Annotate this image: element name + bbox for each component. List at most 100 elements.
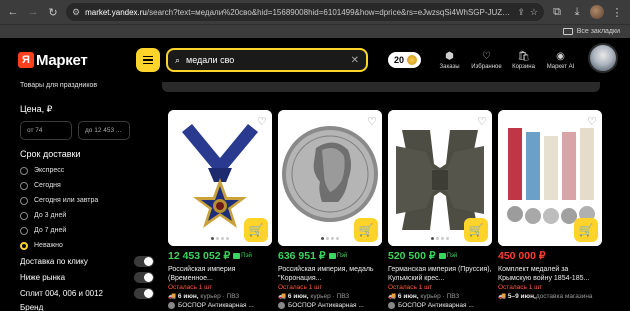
seller-info[interactable]: БОСПОР Антикварная ... — [388, 302, 492, 309]
add-to-cart-button[interactable]: 🛒 — [354, 218, 378, 242]
delivery-option-express[interactable]: Экспресс — [20, 163, 160, 178]
product-title[interactable]: Германская империя (Пруссия), Кульмский … — [388, 265, 492, 283]
orders-icon: ⬢ — [445, 50, 454, 62]
product-title[interactable]: Российская империя, медаль "Коронация... — [278, 265, 382, 283]
seller-icon — [388, 302, 395, 309]
search-icon: ⌕ — [175, 54, 181, 65]
add-to-cart-button[interactable]: 🛒 — [244, 218, 268, 242]
delivery-option-7-days[interactable]: До 7 дней — [20, 223, 160, 238]
stock-label: Осталась 1 шт — [388, 284, 433, 291]
logo-text: Маркет — [36, 51, 88, 69]
all-bookmarks-link[interactable]: Все закладки — [577, 28, 620, 35]
product-price: 520 500 ₽ Пэй — [388, 250, 458, 262]
favorite-heart-icon[interactable]: ♡ — [587, 115, 597, 128]
price-from-input[interactable]: от 74 — [20, 121, 72, 140]
cart-icon: 🛒 — [578, 223, 594, 237]
product-price: 12 453 052 ₽ Пэй — [168, 250, 252, 262]
product-image[interactable]: ♡ 🛒 — [388, 110, 492, 246]
results-top-bar — [162, 82, 600, 92]
delivery-option-today-tomorrow[interactable]: Сегодня или завтра — [20, 193, 160, 208]
product-image[interactable]: ♡ 🛒 — [168, 110, 272, 246]
bookmarks-bar: Все закладки — [0, 24, 630, 38]
seller-icon — [278, 302, 285, 309]
product-card[interactable]: ♡ 🛒 636 951 ₽ Пэй Российская империя, ме… — [278, 110, 382, 311]
browser-toolbar: ← → ↻ ⚙ market.yandex.ru/search?text=мед… — [0, 0, 630, 24]
cart-link[interactable]: 🛍 Корзина — [505, 51, 542, 70]
product-card[interactable]: ♡ 🛒 12 453 052 ₽ Пэй Российская империя … — [168, 110, 272, 311]
reload-icon[interactable]: ↻ — [46, 5, 60, 19]
cart-icon: 🛒 — [358, 223, 374, 237]
user-avatar[interactable] — [588, 43, 618, 73]
truck-icon: 🚚 — [388, 293, 397, 300]
cart-icon: 🛍 — [517, 50, 530, 62]
product-price: 450 000 ₽ — [498, 250, 546, 262]
product-title[interactable]: Российская империя (Временное... — [168, 265, 272, 283]
radio-dot-selected — [20, 241, 28, 250]
toggle-switch[interactable] — [134, 287, 154, 299]
favorites-link[interactable]: ♡ Избранное — [468, 51, 505, 70]
stock-label: Осталась 1 шт — [278, 284, 323, 291]
delivery-option-3-days[interactable]: До 3 дней — [20, 208, 160, 223]
search-box[interactable]: ⌕ медали сво ✕ — [166, 48, 368, 72]
toggle-click-delivery[interactable]: Доставка по клику — [20, 253, 160, 269]
radio-dot — [20, 226, 28, 235]
seller-icon — [168, 302, 175, 309]
back-icon[interactable]: ← — [6, 5, 20, 19]
favorite-heart-icon[interactable]: ♡ — [477, 115, 487, 128]
favorite-heart-icon[interactable]: ♡ — [367, 115, 377, 128]
delivery-filter-title: Срок доставки — [20, 149, 81, 159]
brand-filter-title: Бренд — [20, 303, 44, 311]
address-bar[interactable]: ⚙ market.yandex.ru/search?text=медали%20… — [66, 3, 544, 21]
pay-badge: Пэй — [438, 253, 457, 259]
truck-icon: 🚚 — [278, 293, 287, 300]
delivery-option-any[interactable]: Неважно — [20, 238, 160, 253]
add-to-cart-button[interactable]: 🛒 — [464, 218, 488, 242]
profile-avatar[interactable] — [590, 5, 604, 19]
product-image[interactable]: ♡ 🛒 — [278, 110, 382, 246]
toggle-switch[interactable] — [134, 255, 154, 267]
favorite-heart-icon[interactable]: ♡ — [257, 115, 267, 128]
radio-dot — [20, 211, 28, 220]
add-to-cart-button[interactable]: 🛒 — [574, 218, 598, 242]
price-to-input[interactable]: до 12 453 ... — [78, 121, 130, 140]
radio-dot — [20, 181, 28, 190]
favorites-icon: ♡ — [482, 50, 491, 62]
download-icon[interactable]: ⤓ — [570, 5, 584, 19]
toggle-below-market[interactable]: Ниже рынка — [20, 269, 160, 285]
delivery-option-today[interactable]: Сегодня — [20, 178, 160, 193]
product-title[interactable]: Комплект медалей за Крымскую войну 1854-… — [498, 265, 602, 283]
pay-badge: Пэй — [328, 253, 347, 259]
product-grid: ♡ 🛒 12 453 052 ₽ Пэй Российская империя … — [160, 96, 602, 311]
market-logo[interactable]: Я Маркет — [18, 52, 136, 69]
orders-link[interactable]: ⬢ Заказы — [431, 51, 468, 70]
extensions-icon[interactable]: ⧉ — [550, 5, 564, 19]
image-pagination — [431, 237, 449, 240]
seller-info[interactable]: БОСПОР Антикварная ... — [278, 302, 382, 309]
coin-icon — [407, 55, 418, 65]
filters-sidebar: Цена, ₽ от 74 до 12 453 ... Срок доставк… — [0, 96, 160, 311]
coins-badge[interactable]: 20 — [388, 52, 422, 68]
catalog-button[interactable] — [136, 48, 160, 72]
menu-icon[interactable]: ⋮ — [610, 5, 624, 19]
toggle-switch[interactable] — [134, 271, 154, 283]
seller-info[interactable]: БОСПОР Антикварная ... — [168, 302, 272, 309]
truck-icon: 🚚 — [168, 293, 177, 300]
product-card[interactable]: ♡ 🛒 520 500 ₽ Пэй Германская империя (Пр… — [388, 110, 492, 311]
toggle-split[interactable]: Сплит 004, 006 и 0012 — [20, 285, 160, 301]
radio-dot — [20, 196, 28, 205]
delivery-info: 🚚 6 июн, курьер · ПВЗ — [278, 293, 350, 300]
forward-icon[interactable]: → — [26, 5, 40, 19]
share-icon[interactable]: ⇪ — [517, 7, 525, 18]
stock-label: Осталась 1 шт — [498, 284, 543, 291]
search-input[interactable]: медали сво — [186, 55, 345, 65]
cart-icon: 🛒 — [468, 223, 484, 237]
product-image[interactable]: ♡ 🛒 — [498, 110, 602, 246]
market-ai-link[interactable]: ◉ Маркет AI — [542, 51, 579, 70]
delivery-info: 🚚 6 июн, курьер · ПВЗ — [388, 293, 460, 300]
clear-search-icon[interactable]: ✕ — [351, 55, 359, 66]
main-content: Цена, ₽ от 74 до 12 453 ... Срок доставк… — [0, 96, 630, 311]
product-card[interactable]: ♡ 🛒 450 000 ₽ Комплект медалей за Крымск… — [498, 110, 602, 311]
site-info-icon[interactable]: ⚙ — [72, 7, 80, 18]
delivery-info: 🚚 5–9 июн,доставка магазина — [498, 293, 593, 300]
star-icon[interactable]: ☆ — [530, 7, 538, 18]
